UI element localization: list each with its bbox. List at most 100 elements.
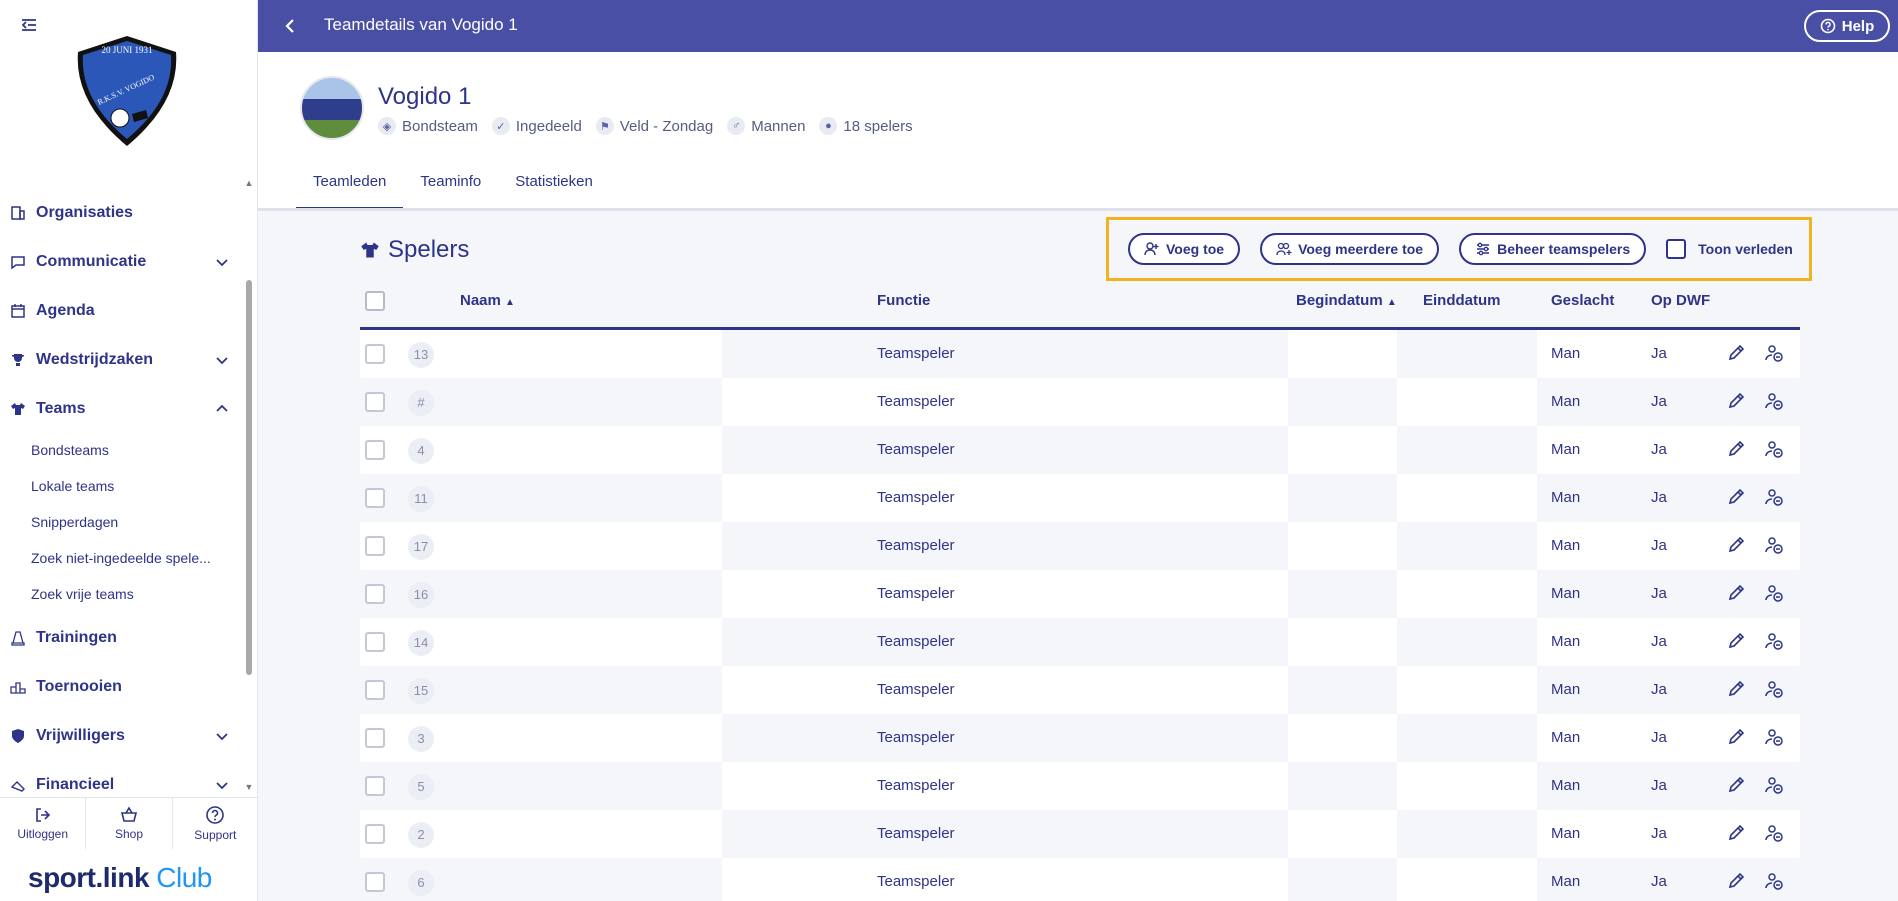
back-arrow-icon[interactable] [280, 16, 300, 36]
scroll-down-icon[interactable]: ▼ [244, 782, 254, 792]
edit-icon[interactable] [1726, 727, 1748, 749]
edit-icon[interactable] [1726, 823, 1748, 845]
table-row[interactable]: 5 Teamspeler Man Ja [360, 762, 1800, 810]
show-past-toggle[interactable]: Toon verleden [1666, 239, 1793, 259]
sidebar-item-teams[interactable]: Teams [10, 394, 230, 424]
table-row[interactable]: 11 Teamspeler Man Ja [360, 474, 1800, 522]
logout-button[interactable]: Uitloggen [0, 798, 87, 849]
sidebar-item-organisaties[interactable]: Organisaties [10, 198, 230, 228]
trophy-icon [10, 352, 26, 368]
row-checkbox[interactable] [365, 680, 385, 700]
sidebar-subitem-lokale-teams[interactable]: Lokale teams [31, 476, 114, 496]
edit-icon[interactable] [1726, 439, 1748, 461]
row-checkbox[interactable] [365, 776, 385, 796]
edit-icon[interactable] [1726, 487, 1748, 509]
table-row[interactable]: 2 Teamspeler Man Ja [360, 810, 1800, 858]
sidebar-item-label: Agenda [36, 302, 95, 319]
table-body: 13 Teamspeler Man Ja # Teamspeler Man Ja… [360, 330, 1800, 901]
edit-icon[interactable] [1726, 631, 1748, 653]
sidebar-item-label: Teams [36, 400, 86, 417]
remove-player-icon[interactable] [1764, 775, 1786, 797]
sidebar-subitem-zoek-niet-ingedeelde[interactable]: Zoek niet-ingedeelde spele... [31, 548, 211, 568]
sidebar-item-communicatie[interactable]: Communicatie [10, 247, 230, 277]
column-header-begindatum[interactable]: Begindatum ▲ [1296, 292, 1397, 309]
row-checkbox[interactable] [365, 488, 385, 508]
team-photo [300, 76, 364, 140]
shop-button[interactable]: Shop [86, 798, 173, 849]
sidebar-item-financieel[interactable]: Financieel [10, 770, 230, 796]
remove-player-icon[interactable] [1764, 583, 1786, 605]
table-row[interactable]: 4 Teamspeler Man Ja [360, 426, 1800, 474]
row-checkbox[interactable] [365, 392, 385, 412]
table-row[interactable]: 17 Teamspeler Man Ja [360, 522, 1800, 570]
column-header-naam[interactable]: Naam ▲ [460, 292, 515, 309]
remove-player-icon[interactable] [1764, 535, 1786, 557]
sidebar-subitem-zoek-vrije-teams[interactable]: Zoek vrije teams [31, 584, 134, 604]
table-row[interactable]: 15 Teamspeler Man Ja [360, 666, 1800, 714]
add-player-button[interactable]: Voeg toe [1128, 233, 1241, 265]
tab-teaminfo[interactable]: Teaminfo [403, 170, 498, 210]
row-checkbox[interactable] [365, 584, 385, 604]
tab-statistieken[interactable]: Statistieken [498, 170, 610, 210]
row-checkbox[interactable] [365, 632, 385, 652]
table-row[interactable]: 6 Teamspeler Man Ja [360, 858, 1800, 901]
name-cell [722, 666, 1288, 714]
dwf-cell: Ja [1651, 681, 1667, 698]
sidebar-item-toernooien[interactable]: Toernooien [10, 672, 230, 702]
add-multiple-button[interactable]: Voeg meerdere toe [1260, 233, 1440, 265]
sidebar-item-trainingen[interactable]: Trainingen [10, 623, 230, 653]
remove-player-icon[interactable] [1764, 391, 1786, 413]
remove-player-icon[interactable] [1764, 631, 1786, 653]
remove-player-icon[interactable] [1764, 727, 1786, 749]
row-checkbox[interactable] [365, 344, 385, 364]
table-row[interactable]: 3 Teamspeler Man Ja [360, 714, 1800, 762]
row-checkbox[interactable] [365, 440, 385, 460]
column-header-functie[interactable]: Functie [877, 292, 930, 309]
remove-player-icon[interactable] [1764, 439, 1786, 461]
column-header-geslacht[interactable]: Geslacht [1551, 292, 1614, 309]
remove-player-icon[interactable] [1764, 823, 1786, 845]
sidebar-scrollbar[interactable]: ▲ ▼ [244, 178, 254, 792]
sidebar-item-agenda[interactable]: Agenda [10, 296, 230, 326]
remove-player-icon[interactable] [1764, 487, 1786, 509]
shop-label: Shop [114, 827, 143, 841]
row-checkbox[interactable] [365, 728, 385, 748]
edit-icon[interactable] [1726, 775, 1748, 797]
club-logo: 20 JUNI 1931 R.K.S.V. VOGIDO [72, 32, 182, 150]
column-header-op-dwf[interactable]: Op DWF [1651, 292, 1710, 309]
row-checkbox[interactable] [365, 824, 385, 844]
sidebar-subitem-snipperdagen[interactable]: Snipperdagen [31, 512, 118, 532]
edit-icon[interactable] [1726, 535, 1748, 557]
table-row[interactable]: 14 Teamspeler Man Ja [360, 618, 1800, 666]
edit-icon[interactable] [1726, 871, 1748, 893]
help-button[interactable]: Help [1804, 10, 1890, 42]
sidebar-item-vrijwilligers[interactable]: Vrijwilligers [10, 721, 230, 751]
gender-cell: Man [1551, 681, 1581, 698]
table-row[interactable]: 13 Teamspeler Man Ja [360, 330, 1800, 378]
support-button[interactable]: Support [173, 798, 258, 849]
show-past-checkbox[interactable] [1666, 239, 1687, 259]
collapse-sidebar-icon[interactable] [20, 16, 42, 38]
row-checkbox[interactable] [365, 536, 385, 556]
edit-icon[interactable] [1726, 391, 1748, 413]
scrollbar-thumb[interactable] [246, 280, 252, 675]
manage-players-button[interactable]: Beheer teamspelers [1459, 233, 1647, 265]
column-header-einddatum[interactable]: Einddatum [1423, 292, 1501, 309]
function-cell: Teamspeler [877, 729, 955, 746]
row-checkbox[interactable] [365, 872, 385, 892]
table-row[interactable]: 16 Teamspeler Man Ja [360, 570, 1800, 618]
edit-icon[interactable] [1726, 583, 1748, 605]
remove-player-icon[interactable] [1764, 343, 1786, 365]
sidebar-item-wedstrijdzaken[interactable]: Wedstrijdzaken [10, 345, 230, 375]
shirt-icon [10, 401, 26, 417]
edit-icon[interactable] [1726, 679, 1748, 701]
dwf-cell: Ja [1651, 537, 1667, 554]
edit-icon[interactable] [1726, 343, 1748, 365]
tab-teamleden[interactable]: Teamleden [296, 170, 404, 210]
select-all-checkbox[interactable] [365, 291, 385, 311]
remove-player-icon[interactable] [1764, 871, 1786, 893]
remove-player-icon[interactable] [1764, 679, 1786, 701]
table-row[interactable]: # Teamspeler Man Ja [360, 378, 1800, 426]
sidebar-subitem-bondsteams[interactable]: Bondsteams [31, 440, 109, 460]
scroll-up-icon[interactable]: ▲ [244, 178, 254, 188]
